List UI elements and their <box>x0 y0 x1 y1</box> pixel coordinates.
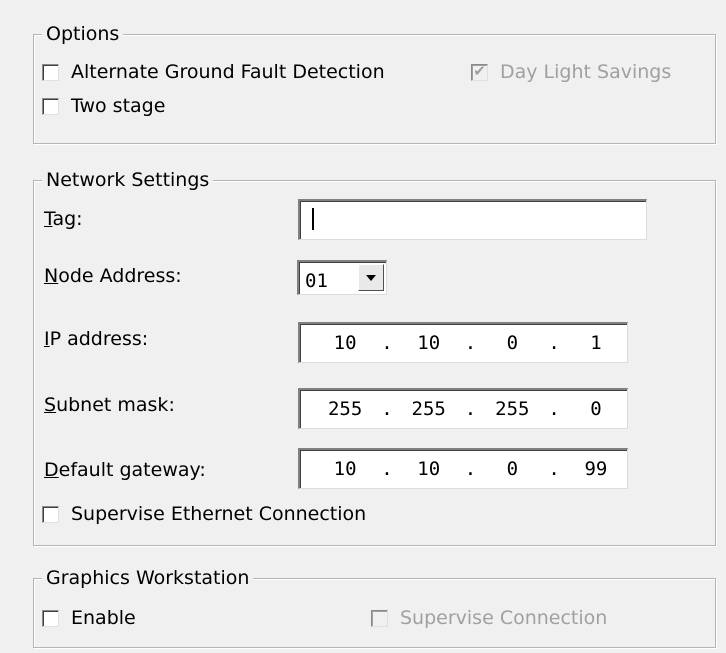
enable-checkbox[interactable]: Enable <box>42 606 136 630</box>
subnet-dot: . <box>464 398 477 420</box>
tag-input[interactable] <box>298 199 647 240</box>
subnet-octet-1[interactable]: 255 <box>314 398 376 420</box>
default-gateway-input[interactable]: 10 . 10 . 0 . 99 <box>298 448 628 489</box>
node-address-label: Node Address: <box>44 265 182 287</box>
alternate-ground-fault-label: Alternate Ground Fault Detection <box>71 61 385 83</box>
day-light-savings-box[interactable]: ✔ <box>471 61 488 81</box>
subnet-mask-input[interactable]: 255 . 255 . 255 . 0 <box>298 388 628 429</box>
ip-dot: . <box>548 332 560 354</box>
alternate-ground-fault-box[interactable] <box>42 63 59 81</box>
tag-label: Tag: <box>44 208 83 230</box>
gateway-octet-4[interactable]: 99 <box>565 458 627 480</box>
supervise-connection-checkbox[interactable]: Supervise Connection <box>371 606 607 630</box>
subnet-dot: . <box>548 398 560 420</box>
supervise-ethernet-label: Supervise Ethernet Connection <box>71 503 367 525</box>
day-light-savings-label: Day Light Savings <box>500 61 672 83</box>
ip-octet-1[interactable]: 10 <box>314 332 376 354</box>
gateway-octet-3[interactable]: 0 <box>481 458 543 480</box>
subnet-octet-2[interactable]: 255 <box>398 398 460 420</box>
text-caret <box>312 208 314 230</box>
node-address-dropdown-button[interactable] <box>358 264 384 291</box>
enable-box[interactable] <box>42 609 59 627</box>
enable-label: Enable <box>71 607 136 629</box>
node-address-value: 01 <box>305 270 328 292</box>
supervise-ethernet-checkbox[interactable]: Supervise Ethernet Connection <box>42 502 366 526</box>
ip-address-label: IP address: <box>44 328 149 350</box>
gateway-octet-1[interactable]: 10 <box>314 458 376 480</box>
day-light-savings-checkbox[interactable]: ✔ Day Light Savings <box>471 60 671 84</box>
ip-octet-2[interactable]: 10 <box>398 332 460 354</box>
subnet-octet-4[interactable]: 0 <box>565 398 627 420</box>
two-stage-label: Two stage <box>71 95 166 117</box>
two-stage-checkbox[interactable]: Two stage <box>42 94 165 118</box>
subnet-dot: . <box>381 398 393 420</box>
ip-dot: . <box>464 332 477 354</box>
two-stage-box[interactable] <box>42 97 59 115</box>
chevron-down-icon <box>366 274 376 281</box>
supervise-ethernet-box[interactable] <box>42 505 59 523</box>
supervise-connection-label: Supervise Connection <box>400 607 608 629</box>
alternate-ground-fault-checkbox[interactable]: Alternate Ground Fault Detection <box>42 60 385 84</box>
supervise-connection-box[interactable] <box>371 609 388 627</box>
options-group-title: Options <box>42 22 124 46</box>
subnet-mask-label: Subnet mask: <box>44 394 175 416</box>
network-settings-group-title: Network Settings <box>42 168 214 192</box>
options-group: Options <box>33 22 716 144</box>
ip-dot: . <box>381 332 393 354</box>
ip-octet-4[interactable]: 1 <box>565 332 627 354</box>
node-address-select[interactable]: 01 <box>297 260 387 295</box>
default-gateway-label: Default gateway: <box>44 459 206 481</box>
subnet-octet-3[interactable]: 255 <box>481 398 543 420</box>
ip-address-input[interactable]: 10 . 10 . 0 . 1 <box>298 322 628 363</box>
gateway-octet-2[interactable]: 10 <box>398 458 460 480</box>
gateway-dot: . <box>381 458 393 480</box>
checkmark-icon: ✔ <box>473 61 486 80</box>
gateway-dot: . <box>548 458 560 480</box>
ip-octet-3[interactable]: 0 <box>481 332 543 354</box>
gateway-dot: . <box>464 458 477 480</box>
graphics-workstation-group-title: Graphics Workstation <box>42 566 254 590</box>
